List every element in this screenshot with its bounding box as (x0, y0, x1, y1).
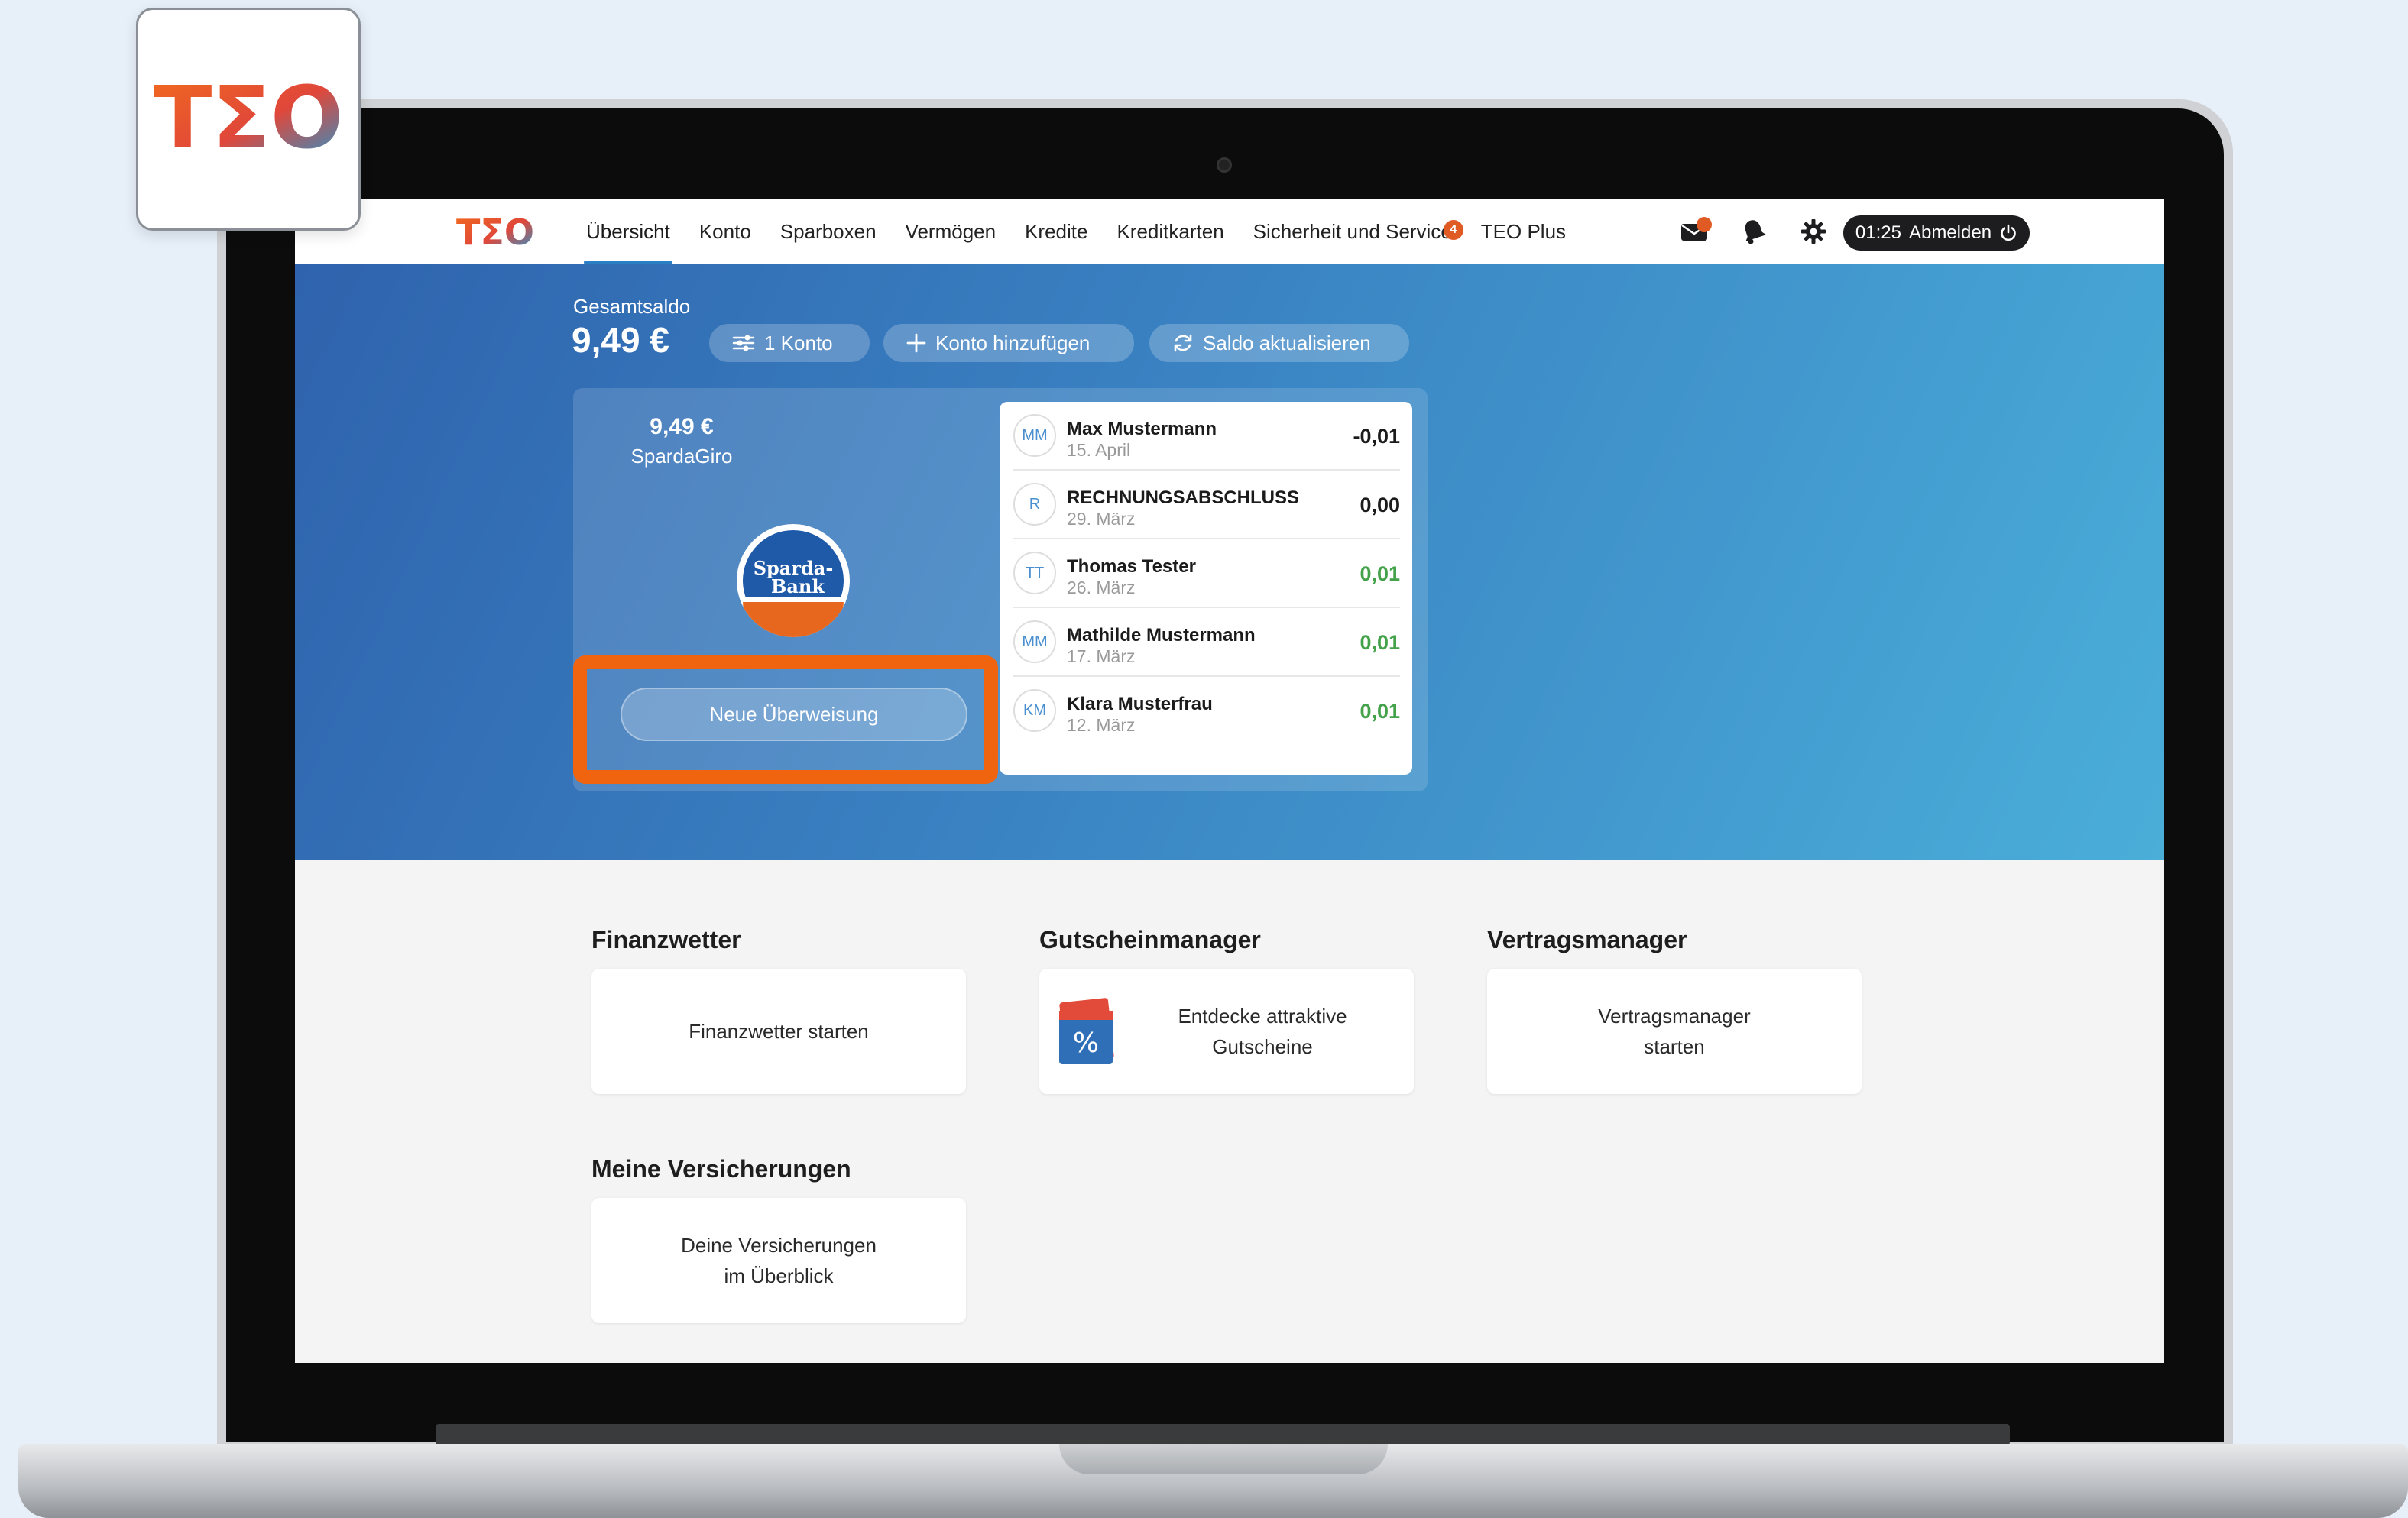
laptop-hinge (436, 1424, 2010, 1445)
sliders-icon (732, 335, 755, 351)
new-transfer-button[interactable]: Neue Überweisung (621, 688, 967, 741)
teo-logo: TΣO (154, 77, 343, 161)
avatar: KM (1013, 689, 1056, 732)
account-panel: 9,49 € SpardaGiro Sparda- Bank Neue Über… (573, 388, 1428, 791)
add-account-label: Konto hinzufügen (935, 331, 1091, 354)
nav-item-teo-plus[interactable]: TEO Plus (1467, 199, 1580, 264)
transaction-row[interactable]: MM Mathilde Mustermann 17. März 0,01 (1013, 608, 1400, 677)
avatar: MM (1013, 620, 1056, 663)
refresh-icon (1174, 334, 1192, 352)
nav-item-label: Kreditkarten (1116, 219, 1224, 243)
vertragsmanager-title: Vertragsmanager (1487, 926, 1687, 953)
transaction-name: Mathilde Mustermann (1067, 625, 1256, 646)
transaction-row[interactable]: R RECHNUNGSABSCHLUSS 29. März 0,00 (1013, 471, 1400, 539)
transaction-amount: 0,01 (1360, 562, 1400, 585)
nav-item-label: Vermögen (905, 219, 997, 243)
vertragsmanager-card[interactable]: Vertragsmanager starten (1487, 969, 1862, 1094)
nav-item-label: Konto (698, 219, 751, 243)
transaction-amount: 0,00 (1360, 494, 1400, 516)
gutscheinmanager-title: Gutscheinmanager (1039, 926, 1261, 953)
transaction-amount: -0,01 (1353, 425, 1400, 448)
avatar: TT (1013, 552, 1056, 594)
gear-icon[interactable] (1794, 212, 1833, 251)
nav-item-label: TEO Plus (1480, 219, 1567, 243)
versicherungen-line-2: im Überblick (724, 1264, 834, 1287)
power-icon (2001, 224, 2016, 241)
bell-icon[interactable] (1735, 212, 1773, 251)
versicherungen-title: Meine Versicherungen (591, 1155, 851, 1183)
overview-hero: Gesamtsaldo 9,49 € 1 Konto Konto hinzufü… (295, 264, 2164, 860)
nav-item-sicherheit-service[interactable]: Sicherheit und Service 4 (1239, 199, 1467, 264)
account-name: SpardaGiro (630, 445, 733, 468)
finanzwetter-card[interactable]: Finanzwetter starten (591, 969, 966, 1094)
voucher-icon: % (1059, 998, 1114, 1064)
transaction-row[interactable]: TT Thomas Tester 26. März 0,01 (1013, 539, 1400, 608)
vertrag-line-2: starten (1644, 1035, 1705, 1058)
svg-text:%: % (1073, 1028, 1099, 1059)
accounts-filter-button[interactable]: 1 Konto (709, 324, 870, 362)
gutschein-line-1: Entdecke attraktive (1178, 1005, 1347, 1028)
logout-button[interactable]: 01:25 Abmelden (1843, 215, 2030, 251)
finanzwetter-card-label: Finanzwetter starten (689, 1020, 869, 1043)
top-navigation: TΣO Übersicht Konto Sparboxen Vermögen K… (295, 199, 2164, 264)
transaction-name: Max Mustermann (1067, 419, 1217, 439)
nav-item-label: Kredite (1025, 219, 1088, 243)
transaction-amount: 0,01 (1360, 700, 1400, 723)
session-timer: 01:25 (1855, 222, 1901, 243)
nav-item-label: Übersicht (586, 219, 670, 243)
svg-text:Bank: Bank (771, 575, 825, 597)
transaction-row[interactable]: MM Max Mustermann 15. April -0,01 (1013, 402, 1400, 471)
accounts-filter-label: 1 Konto (764, 331, 833, 354)
finanzwetter-title: Finanzwetter (591, 926, 741, 953)
nav-item-kredite[interactable]: Kredite (1010, 199, 1102, 264)
nav-menu: Übersicht Konto Sparboxen Vermögen Kredi… (572, 199, 1580, 264)
transactions-card: MM Max Mustermann 15. April -0,01 R RECH… (1000, 402, 1412, 775)
versicherungen-line-1: Deine Versicherungen (681, 1234, 877, 1257)
gutschein-line-2: Gutscheine (1212, 1035, 1313, 1058)
nav-item-konto[interactable]: Konto (685, 199, 766, 264)
sparda-bank-logo: Sparda- Bank (737, 524, 850, 637)
screen: TΣO Übersicht Konto Sparboxen Vermögen K… (295, 199, 2164, 1363)
avatar: MM (1013, 414, 1056, 457)
transaction-row[interactable]: KM Klara Musterfrau 12. März 0,01 (1013, 677, 1400, 746)
transaction-date: 12. März (1067, 715, 1136, 735)
total-balance-label: Gesamtsaldo (573, 295, 691, 318)
laptop-notch (1059, 1444, 1388, 1474)
svg-text:TΣO: TΣO (154, 77, 343, 161)
camera-icon (1217, 157, 1232, 173)
total-balance-value: 9,49 € (572, 320, 669, 360)
svg-text:TΣO: TΣO (456, 212, 534, 251)
nav-icons (1675, 199, 1833, 264)
transaction-date: 26. März (1067, 578, 1136, 597)
transaction-date: 17. März (1067, 646, 1136, 666)
transaction-date: 15. April (1067, 440, 1131, 460)
teo-nav-logo[interactable]: TΣO (454, 212, 536, 251)
transaction-name: RECHNUNGSABSCHLUSS (1067, 487, 1300, 508)
notification-badge: 4 (1443, 220, 1463, 240)
nav-item-label: Sicherheit und Service (1253, 219, 1452, 243)
transaction-name: Thomas Tester (1067, 556, 1196, 577)
gutscheinmanager-card[interactable]: % Entdecke attraktive Gutscheine (1039, 969, 1414, 1094)
transaction-date: 29. März (1067, 509, 1136, 529)
plus-icon (906, 333, 926, 353)
nav-item-vermoegen[interactable]: Vermögen (891, 199, 1011, 264)
versicherungen-card[interactable]: Deine Versicherungen im Überblick (591, 1198, 966, 1323)
add-account-button[interactable]: Konto hinzufügen (883, 324, 1134, 362)
refresh-balance-button[interactable]: Saldo aktualisieren (1149, 324, 1409, 362)
avatar: R (1013, 483, 1056, 526)
vertrag-line-1: Vertragsmanager (1598, 1005, 1751, 1028)
nav-item-kreditkarten[interactable]: Kreditkarten (1102, 199, 1238, 264)
nav-item-label: Sparboxen (779, 219, 877, 243)
transaction-amount: 0,01 (1360, 631, 1400, 654)
nav-item-sparboxen[interactable]: Sparboxen (766, 199, 891, 264)
refresh-balance-label: Saldo aktualisieren (1203, 331, 1371, 354)
mail-icon[interactable] (1675, 212, 1713, 251)
app-icon-tile: TΣO (136, 8, 361, 231)
unread-dot (1697, 217, 1712, 232)
nav-item-uebersicht[interactable]: Übersicht (572, 199, 685, 264)
transaction-name: Klara Musterfrau (1067, 694, 1213, 714)
account-balance: 9,49 € (650, 414, 714, 439)
gutschein-card-text: Entdecke attraktive Gutscheine (1134, 1001, 1414, 1062)
logout-label: Abmelden (1908, 222, 1992, 243)
